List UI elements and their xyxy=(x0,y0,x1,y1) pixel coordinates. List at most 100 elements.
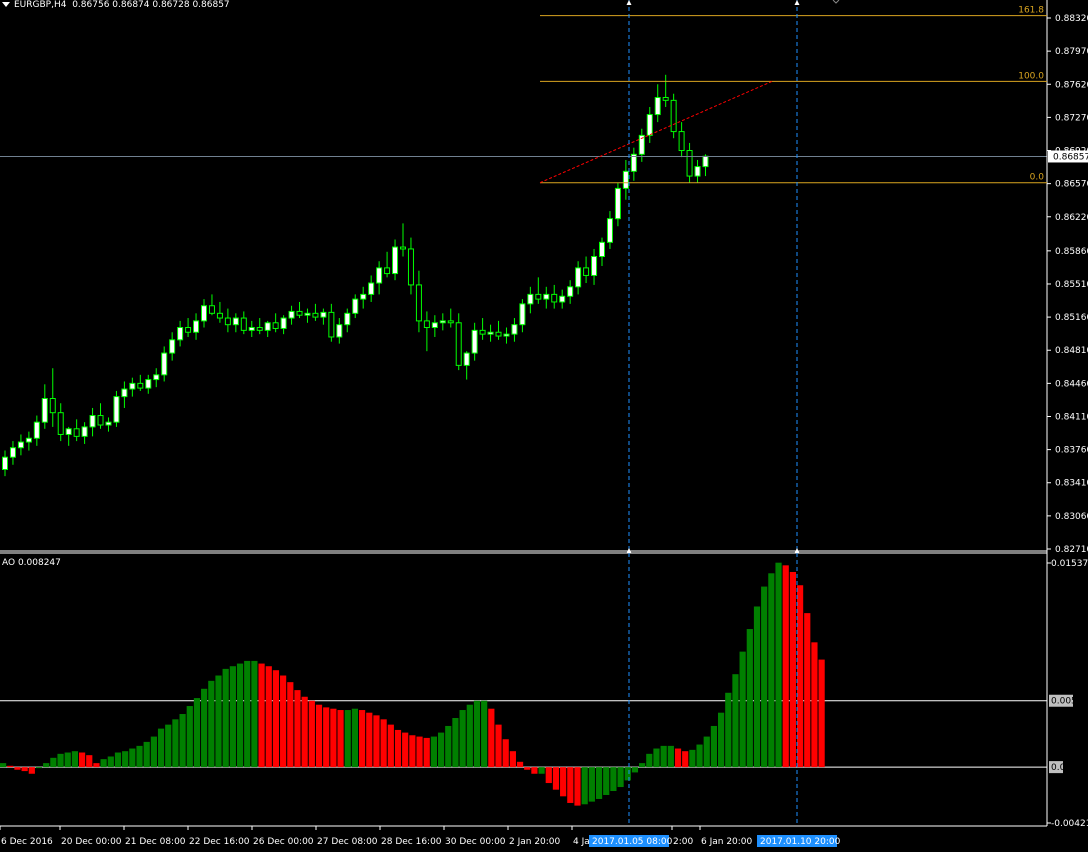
candle[interactable] xyxy=(288,305,295,325)
candle[interactable] xyxy=(57,403,64,442)
candle[interactable] xyxy=(185,318,192,337)
candle[interactable] xyxy=(81,422,88,444)
candle[interactable] xyxy=(65,426,72,446)
candle[interactable] xyxy=(49,368,56,427)
candle[interactable] xyxy=(2,450,8,477)
candle[interactable] xyxy=(702,154,709,177)
candle[interactable] xyxy=(9,441,16,465)
candle[interactable] xyxy=(662,74,669,107)
candle[interactable] xyxy=(256,318,263,335)
candle[interactable] xyxy=(25,431,32,451)
candle[interactable] xyxy=(169,332,176,361)
candle[interactable] xyxy=(232,313,239,333)
candle[interactable] xyxy=(503,327,510,344)
candle[interactable] xyxy=(264,320,271,337)
candle[interactable] xyxy=(304,308,311,323)
candle[interactable] xyxy=(575,261,582,295)
candle[interactable] xyxy=(495,320,502,340)
candle[interactable] xyxy=(145,374,152,394)
candle[interactable] xyxy=(646,106,653,143)
candle[interactable] xyxy=(423,311,430,352)
candle[interactable] xyxy=(654,84,661,123)
candle[interactable] xyxy=(352,294,359,319)
candle-body xyxy=(519,303,526,326)
candle[interactable] xyxy=(439,313,446,331)
vline-handle-icon[interactable] xyxy=(626,0,632,5)
candle[interactable] xyxy=(622,159,629,200)
candle[interactable] xyxy=(240,311,247,335)
candle[interactable] xyxy=(360,286,367,309)
candle[interactable] xyxy=(479,318,486,340)
candle[interactable] xyxy=(392,239,399,281)
candle[interactable] xyxy=(487,324,494,342)
price-pane[interactable] xyxy=(0,74,1047,477)
dropdown-arrow-icon[interactable] xyxy=(2,2,10,7)
candle[interactable] xyxy=(511,318,518,342)
candle[interactable] xyxy=(686,142,693,183)
candle[interactable] xyxy=(368,275,375,302)
candle[interactable] xyxy=(161,346,168,382)
chart-canvas[interactable]: 0.883200.879700.876200.872700.869200.865… xyxy=(0,0,1088,852)
candle[interactable] xyxy=(216,301,223,323)
vline-handle-icon[interactable] xyxy=(794,0,800,5)
candle[interactable] xyxy=(153,368,160,388)
candle[interactable] xyxy=(248,320,255,337)
ao-bar xyxy=(57,753,64,768)
candle[interactable] xyxy=(296,301,303,319)
candle[interactable] xyxy=(519,299,526,333)
candle[interactable] xyxy=(591,248,598,285)
candle[interactable] xyxy=(177,320,184,347)
candle[interactable] xyxy=(328,303,335,342)
candle[interactable] xyxy=(17,434,24,456)
candle[interactable] xyxy=(543,286,550,309)
candle[interactable] xyxy=(224,308,231,333)
candle[interactable] xyxy=(376,261,383,295)
candle[interactable] xyxy=(193,313,200,340)
candle[interactable] xyxy=(272,313,279,333)
candle[interactable] xyxy=(41,384,48,429)
fibo-trend-line[interactable] xyxy=(539,80,773,184)
candle[interactable] xyxy=(201,299,207,328)
candle[interactable] xyxy=(344,308,351,333)
candle[interactable] xyxy=(551,284,558,309)
candle[interactable] xyxy=(73,419,80,442)
candle[interactable] xyxy=(447,308,454,328)
candle[interactable] xyxy=(407,237,414,295)
candle[interactable] xyxy=(33,415,40,446)
candle[interactable] xyxy=(312,303,319,321)
candle[interactable] xyxy=(415,270,422,333)
candle[interactable] xyxy=(559,289,566,309)
ao-bar xyxy=(653,748,660,768)
candle[interactable] xyxy=(670,93,677,139)
candle[interactable] xyxy=(614,182,621,227)
candle[interactable] xyxy=(137,374,144,391)
candle[interactable] xyxy=(694,159,701,183)
candle[interactable] xyxy=(567,280,574,304)
candle[interactable] xyxy=(121,381,128,408)
price-tick-label: 0.83060 xyxy=(1055,512,1088,522)
candle[interactable] xyxy=(89,407,96,437)
candle[interactable] xyxy=(336,318,343,344)
candle[interactable] xyxy=(630,147,637,181)
candle[interactable] xyxy=(431,315,438,337)
candle[interactable] xyxy=(113,390,120,427)
candle[interactable] xyxy=(280,315,287,335)
candle[interactable] xyxy=(527,286,534,314)
candle[interactable] xyxy=(400,223,406,257)
price-tick-label: 0.86220 xyxy=(1055,213,1088,223)
candle[interactable] xyxy=(455,313,462,371)
candle[interactable] xyxy=(471,322,478,361)
candle[interactable] xyxy=(384,251,391,278)
candle[interactable] xyxy=(320,308,327,325)
candle[interactable] xyxy=(463,351,470,380)
candle[interactable] xyxy=(678,122,685,158)
candle[interactable] xyxy=(583,256,590,284)
candle[interactable] xyxy=(97,403,104,429)
candle[interactable] xyxy=(129,377,136,397)
ao-indicator-pane[interactable] xyxy=(0,562,1047,806)
candle[interactable] xyxy=(105,417,112,432)
candle[interactable] xyxy=(599,237,605,266)
candle[interactable] xyxy=(208,294,215,316)
candle[interactable] xyxy=(535,277,542,304)
candle[interactable] xyxy=(606,211,613,249)
